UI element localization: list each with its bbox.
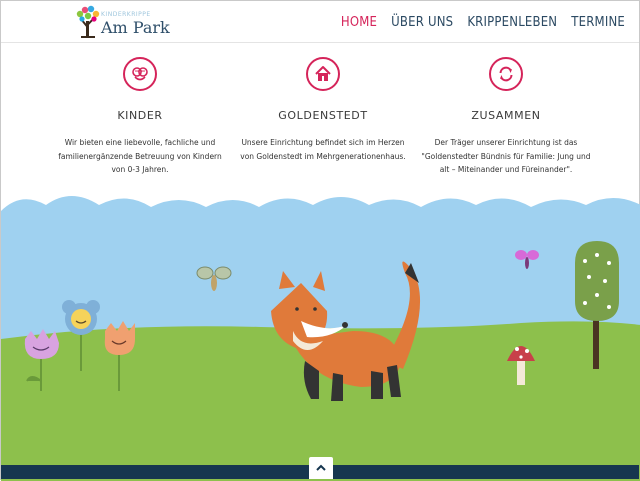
meadow-illustration	[1, 196, 640, 481]
nav-item-termine[interactable]: TERMINE	[571, 15, 625, 30]
feature-title: ZUSAMMEN	[471, 109, 541, 122]
feature-zusammen: ZUSAMMEN Der Träger unserer Einrichtung …	[421, 57, 591, 177]
feature-title: KINDER	[117, 109, 163, 122]
feature-kinder: KINDER Wir bieten eine liebevolle, fachl…	[55, 57, 225, 177]
logo-tagline: KINDERKRIPPE	[101, 11, 151, 18]
smiley-faces-icon	[123, 57, 157, 91]
main-nav: HOME ÜBER UNS KRIPPENLEBEN TERMINE	[341, 15, 625, 30]
feature-text: Der Träger unserer Einrichtung ist das "…	[421, 138, 591, 174]
back-to-top-button[interactable]	[309, 457, 333, 479]
nav-item-krippenleben[interactable]: KRIPPENLEBEN	[467, 15, 557, 30]
refresh-icon	[489, 57, 523, 91]
site-logo[interactable]: KINDERKRIPPE Am Park	[73, 5, 170, 39]
feature-title: GOLDENSTEDT	[278, 109, 368, 122]
feature-section: KINDER Wir bieten eine liebevolle, fachl…	[55, 57, 591, 177]
nav-item-ueber-uns[interactable]: ÜBER UNS	[391, 15, 453, 30]
logo-tree-icon	[76, 5, 100, 38]
feature-text: Unsere Einrichtung befindet sich im Herz…	[240, 138, 406, 161]
nav-item-home[interactable]: HOME	[341, 15, 377, 30]
home-icon	[306, 57, 340, 91]
site-header: KINDERKRIPPE Am Park HOME ÜBER UNS KRIPP…	[1, 1, 639, 43]
logo-name: Am Park	[101, 18, 170, 37]
chevron-up-icon	[316, 459, 326, 477]
feature-goldenstedt: GOLDENSTEDT Unsere Einrichtung befindet …	[238, 57, 408, 177]
feature-text: Wir bieten eine liebevolle, fachliche un…	[58, 138, 222, 174]
